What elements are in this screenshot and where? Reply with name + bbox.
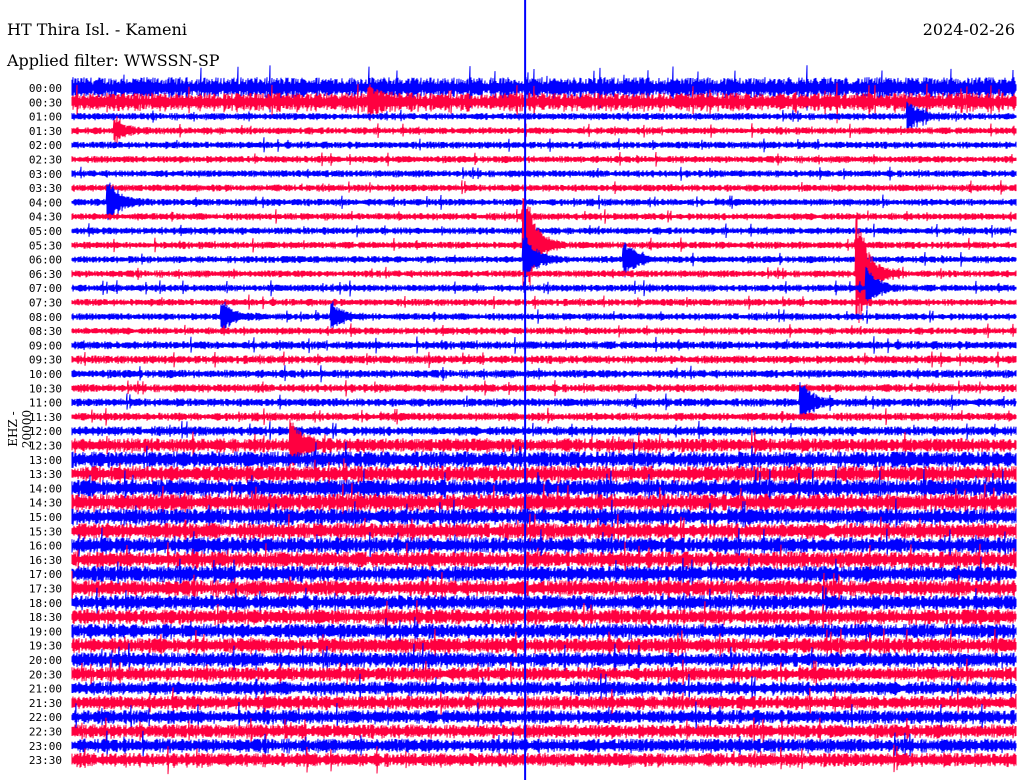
row-time-label: 19:30	[29, 640, 62, 653]
row-time-label: 11:30	[29, 411, 62, 424]
row-time-label: 10:30	[29, 382, 62, 395]
row-time-label: 15:30	[29, 525, 62, 538]
row-time-label: 04:00	[29, 196, 62, 209]
trace-row	[71, 365, 1017, 383]
trace-row	[71, 380, 1017, 397]
row-time-label: 02:00	[29, 139, 62, 152]
row-time-label: 14:00	[29, 482, 62, 495]
row-time-label: 22:30	[29, 726, 62, 739]
row-time-label: 21:00	[29, 683, 62, 696]
row-time-label: 12:00	[29, 425, 62, 438]
trace-row	[71, 116, 1017, 144]
row-time-label: 15:00	[29, 511, 62, 524]
row-time-label: 18:00	[29, 597, 62, 610]
row-time-label: 08:30	[29, 325, 62, 338]
row-time-label: 19:00	[29, 625, 62, 638]
row-time-label: 05:00	[29, 225, 62, 238]
row-time-label: 07:00	[29, 282, 62, 295]
row-time-label: 08:00	[29, 311, 62, 324]
row-time-label: 13:30	[29, 468, 62, 481]
trace-row	[71, 209, 1017, 224]
trace-row	[71, 351, 1017, 369]
row-time-label: 05:30	[29, 239, 62, 252]
row-time-label: 22:00	[29, 711, 62, 724]
row-time-label: 01:00	[29, 111, 62, 124]
row-time-label: 02:30	[29, 154, 62, 167]
trace-row	[71, 407, 1017, 426]
row-time-label: 03:30	[29, 182, 62, 195]
row-time-label: 23:00	[29, 740, 62, 753]
row-time-label: 07:30	[29, 297, 62, 310]
trace-row	[71, 420, 1017, 441]
helicorder-plot: 00:0000:30 01:0001:3002:00 02:3003:0003:30…	[29, 0, 1017, 780]
row-time-label: 11:00	[29, 397, 62, 410]
trace-row	[71, 223, 1017, 239]
trace-row	[71, 336, 1017, 354]
row-time-label: 23:30	[29, 754, 62, 767]
row-time-label: 12:30	[29, 440, 62, 453]
row-time-label: 10:00	[29, 368, 62, 381]
row-time-label: 09:00	[29, 339, 62, 352]
row-time-label: 18:30	[29, 611, 62, 624]
row-time-label: 16:00	[29, 540, 62, 553]
row-time-label: 01:30	[29, 125, 62, 138]
trace-row	[71, 180, 1017, 195]
row-time-label: 17:30	[29, 583, 62, 596]
row-time-label: 16:30	[29, 554, 62, 567]
trace-row	[71, 137, 1017, 153]
trace-row	[71, 301, 1017, 332]
row-time-label: 06:30	[29, 268, 62, 281]
trace-row	[71, 323, 1017, 339]
row-time-label: 14:30	[29, 497, 62, 510]
row-time-label: 20:00	[29, 654, 62, 667]
row-time-label: 13:00	[29, 454, 62, 467]
trace-row	[71, 166, 1017, 181]
row-time-label: 00:00	[29, 82, 62, 95]
row-time-label: 20:30	[29, 668, 62, 681]
row-time-label: 04:30	[29, 211, 62, 224]
trace-row	[71, 151, 1017, 167]
row-time-label: 17:00	[29, 568, 62, 581]
row-time-label: 21:30	[29, 697, 62, 710]
row-time-label: 00:30	[29, 96, 62, 109]
row-time-label: 06:00	[29, 254, 62, 267]
row-time-label: 03:00	[29, 168, 62, 181]
row-time-label: 09:30	[29, 354, 62, 367]
